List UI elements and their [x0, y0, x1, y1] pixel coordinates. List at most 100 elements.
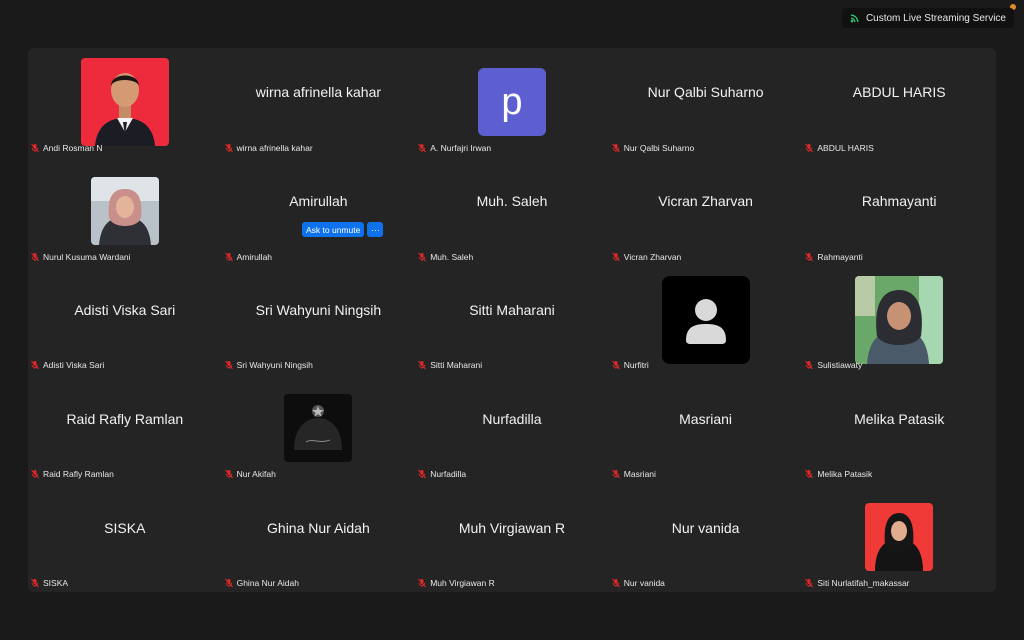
participant-tile[interactable]: Sitti Maharani Sitti Maharani: [415, 265, 609, 375]
participant-tile[interactable]: Nur vanida Nur vanida: [608, 483, 803, 592]
participant-name-label: Melika Patasik: [817, 469, 873, 480]
participant-name-tag: Nurul Kusuma Wardani: [30, 252, 131, 262]
participant-name-tag: A. Nurfajri Irwan: [417, 143, 491, 153]
participant-name-tag: Melika Patasik: [804, 469, 872, 479]
tile-center: Adisti Viska Sari: [28, 266, 222, 355]
muted-mic-icon: [804, 143, 814, 153]
participant-name-tag: Ghina Nur Aidah: [224, 578, 299, 588]
muted-mic-icon: [417, 360, 427, 370]
tile-center: Nur Qalbi Suharno: [609, 48, 803, 137]
participant-display-name: Muh Virgiawan R: [458, 519, 566, 536]
muted-mic-icon: [611, 252, 621, 262]
live-stream-label: Custom Live Streaming Service: [865, 12, 1006, 24]
participant-name-label: Nur Akifah: [236, 469, 276, 480]
participant-name-label: Andi Rosman N: [43, 142, 103, 153]
participant-display-name: Nur Qalbi Suharno: [647, 84, 764, 101]
participant-tile[interactable]: Muh. Saleh Muh. Saleh: [415, 156, 609, 266]
participant-name-label: Muh. Saleh: [430, 251, 474, 262]
participant-tile[interactable]: Andi Rosman N: [28, 48, 222, 157]
tile-center: Raid Rafly Ramlan: [28, 374, 222, 463]
participant-name-label: Nur vanida: [623, 578, 665, 588]
participant-name-label: Nurfitri: [623, 360, 649, 371]
tile-center: Melika Patasik: [802, 374, 996, 463]
participant-video: [80, 58, 169, 146]
participant-tile[interactable]: p A. Nurfajri Irwan: [415, 48, 609, 157]
participant-name-tag: Muh Virgiawan R: [417, 578, 495, 588]
participant-tile[interactable]: Ghina Nur Aidah Ghina Nur Aidah: [221, 483, 416, 592]
tile-center: SISKA: [28, 483, 222, 572]
participant-tile[interactable]: SISKA SISKA: [28, 483, 222, 592]
participant-name-label: Sri Wahyuni Ningsih: [236, 360, 313, 371]
participant-name-label: Masriani: [623, 469, 656, 480]
participant-tile[interactable]: Rahmayanti Rahmayanti: [802, 156, 996, 266]
participant-name-label: Nur Qalbi Suharno: [623, 142, 695, 153]
live-stream-badge[interactable]: Custom Live Streaming Service: [841, 8, 1014, 28]
muted-mic-icon: [417, 469, 427, 479]
participant-tile[interactable]: Sulistiawaty: [802, 265, 996, 375]
participant-name-tag: Nur Qalbi Suharno: [611, 143, 694, 153]
participant-name-tag: Nurfadilla: [417, 469, 466, 479]
muted-mic-icon: [30, 143, 40, 153]
ask-to-unmute-button[interactable]: Ask to unmute: [302, 222, 365, 237]
muted-mic-icon: [611, 578, 621, 588]
participant-tile[interactable]: Amirullah Amirullah: [221, 156, 416, 266]
tile-center: Muh Virgiawan R: [415, 483, 609, 572]
participant-display-name: Ghina Nur Aidah: [267, 519, 370, 536]
participant-tile[interactable]: wirna afrinella kahar wirna afrinella kah…: [221, 48, 416, 157]
participant-tile[interactable]: Masriani Masriani: [608, 374, 803, 484]
tile-center: Vicran Zharvan: [609, 157, 803, 246]
participant-video: [284, 394, 353, 463]
participant-name-tag: SISKA: [30, 578, 68, 588]
participant-name-label: Vicran Zharvan: [623, 251, 682, 262]
muted-mic-icon: [224, 469, 234, 479]
muted-mic-icon: [224, 360, 234, 370]
letter-avatar: p: [477, 68, 546, 136]
participant-name-label: Rahmayanti: [817, 251, 863, 262]
participant-name-label: SISKA: [43, 578, 69, 588]
participant-name-tag: Amirullah: [224, 252, 272, 262]
participant-video: [90, 176, 159, 245]
participant-name-label: Muh Virgiawan R: [430, 578, 495, 588]
avatar-letter: p: [501, 80, 523, 123]
participant-name-label: Adisti Viska Sari: [43, 360, 105, 371]
muted-mic-icon: [804, 469, 814, 479]
participant-tile[interactable]: Nurfitri: [608, 265, 803, 375]
tile-center: Sitti Maharani: [415, 266, 609, 355]
more-options-button[interactable]: ···: [367, 222, 384, 237]
tile-center: Rahmayanti: [802, 157, 996, 246]
participant-tile[interactable]: Sri Wahyuni Ningsih Sri Wahyuni Ningsih: [221, 265, 416, 375]
participant-display-name: Adisti Viska Sari: [74, 301, 176, 318]
participant-tile[interactable]: Nurfadilla Nurfadilla: [415, 374, 609, 484]
participant-video: [865, 503, 934, 572]
participant-tile[interactable]: ABDUL HARIS ABDUL HARIS: [802, 48, 996, 157]
muted-mic-icon: [224, 578, 234, 588]
participant-tile[interactable]: Raid Rafly Ramlan Raid Rafly Ramlan: [28, 374, 222, 484]
participant-name-tag: ABDUL HARIS: [804, 143, 874, 153]
participant-name-tag: Masriani: [611, 469, 656, 479]
participant-tile[interactable]: Muh Virgiawan R Muh Virgiawan R: [415, 483, 609, 592]
participant-tile[interactable]: Nurul Kusuma Wardani: [28, 156, 222, 266]
participant-tile[interactable]: Vicran Zharvan Vicran Zharvan: [608, 156, 803, 266]
participant-tile[interactable]: Siti Nurlatifah_makassar: [802, 483, 996, 592]
participant-name-label: Nurfadilla: [430, 469, 467, 480]
participant-tile[interactable]: Nur Akifah: [221, 374, 416, 484]
participant-name-label: Amirullah: [236, 251, 273, 262]
muted-mic-icon: [224, 252, 234, 262]
muted-mic-icon: [611, 360, 621, 370]
muted-mic-icon: [417, 578, 427, 588]
participant-display-name: Sri Wahyuni Ningsih: [255, 301, 382, 318]
tile-center: Nurfadilla: [415, 374, 609, 463]
participant-display-name: wirna afrinella kahar: [255, 84, 382, 101]
tile-center: ABDUL HARIS: [802, 48, 996, 137]
participant-name-tag: Sulistiawaty: [804, 360, 862, 370]
participant-display-name: Vicran Zharvan: [658, 193, 753, 210]
participant-tile[interactable]: Melika Patasik Melika Patasik: [802, 374, 996, 484]
participant-name-tag: Sitti Maharani: [417, 360, 482, 370]
tile-center: Sri Wahyuni Ningsih: [222, 266, 416, 355]
participant-name-tag: Andi Rosman N: [30, 143, 103, 153]
participant-tile[interactable]: Adisti Viska Sari Adisti Viska Sari: [28, 265, 222, 375]
participant-tile[interactable]: Nur Qalbi Suharno Nur Qalbi Suharno: [608, 48, 803, 157]
participant-name-label: wirna afrinella kahar: [236, 142, 313, 153]
participant-display-name: Amirullah: [289, 193, 348, 210]
participant-video: [855, 275, 944, 364]
